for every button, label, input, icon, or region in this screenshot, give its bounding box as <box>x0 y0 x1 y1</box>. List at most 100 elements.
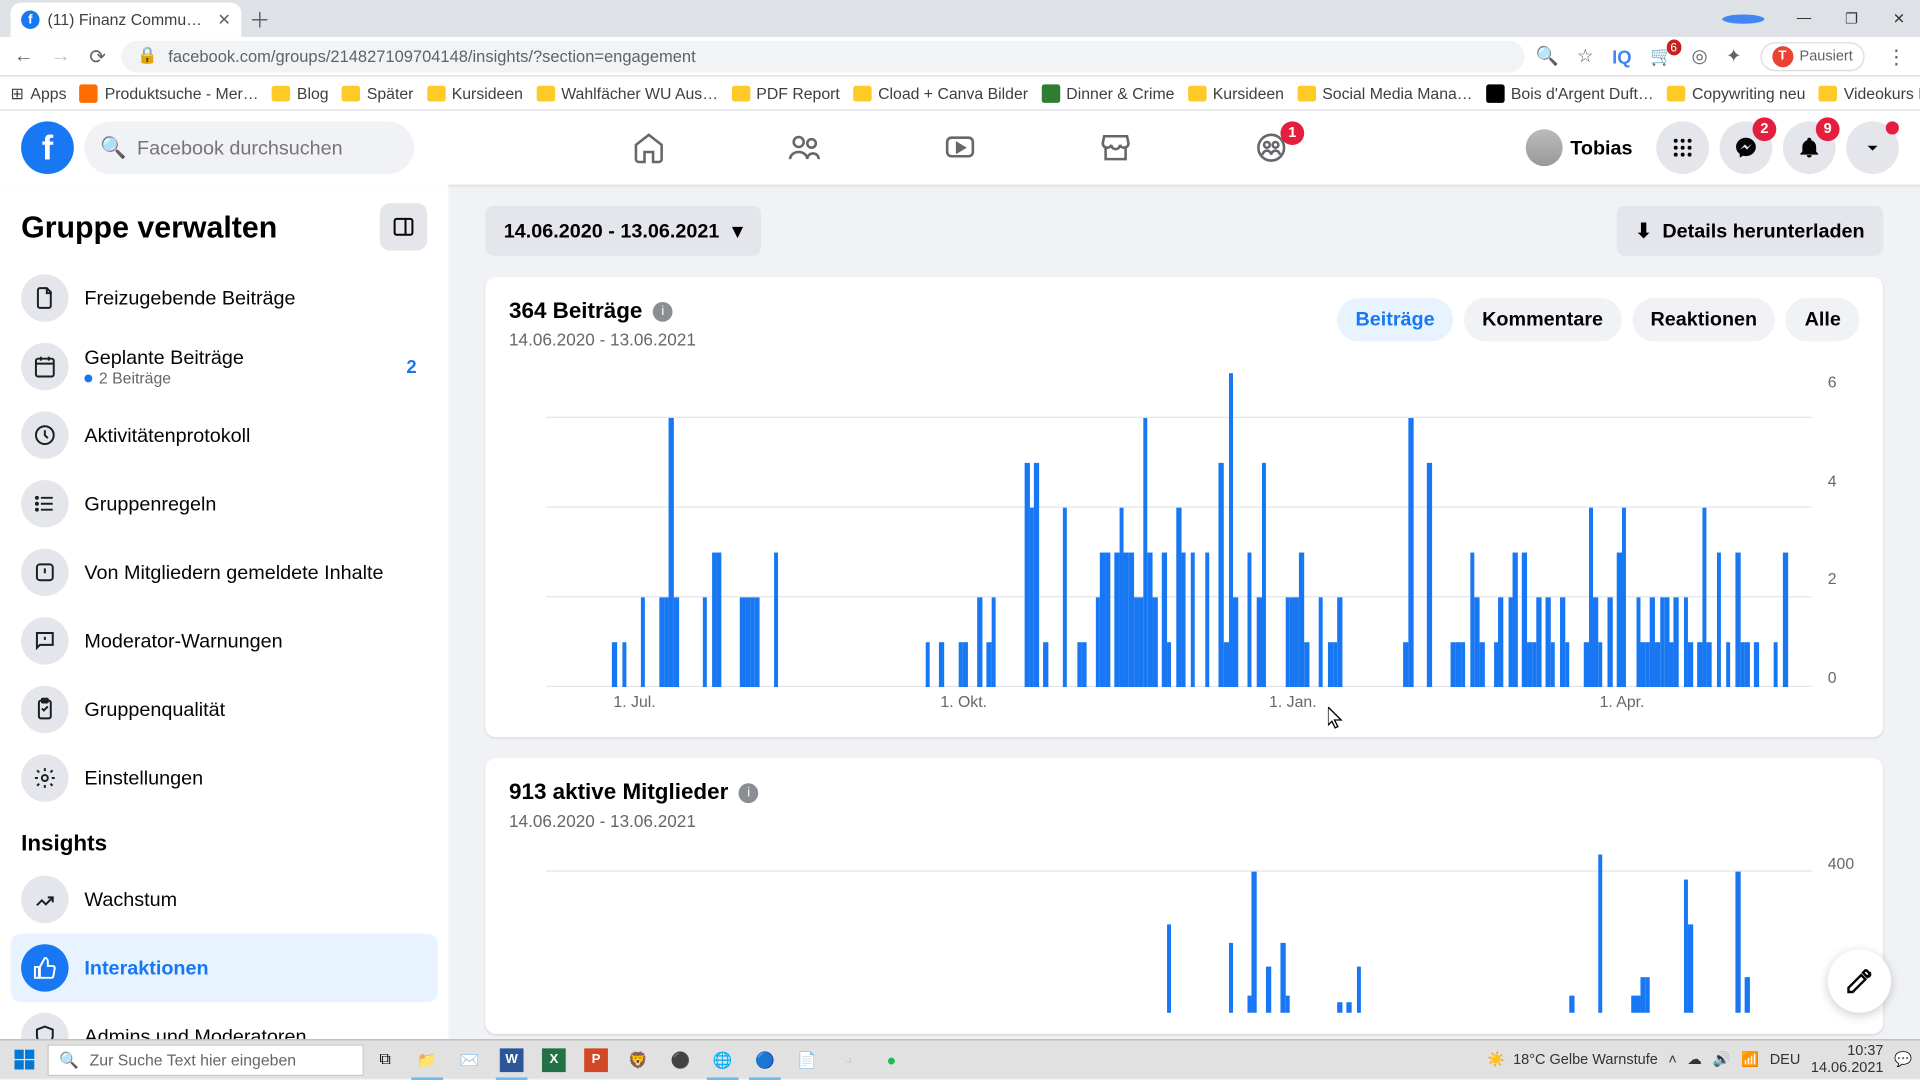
taskbar-search-placeholder: Zur Suche Text hier eingeben <box>90 1050 296 1068</box>
close-window-icon[interactable]: ✕ <box>1878 10 1920 27</box>
sidebar-item-doc[interactable]: Freizugebende Beiträge <box>11 264 438 333</box>
sidebar-toggle-button[interactable] <box>380 203 427 250</box>
tab-reactions[interactable]: Reaktionen <box>1632 298 1776 342</box>
start-button[interactable] <box>0 1040 47 1080</box>
bookmark-folder[interactable]: Kursideen <box>1188 84 1284 102</box>
browser-tab[interactable]: f (11) Finanz Community - Aktien… ✕ <box>11 3 242 37</box>
spotify-icon[interactable]: ● <box>870 1040 912 1080</box>
doc-icon <box>21 274 68 321</box>
task-view-icon[interactable]: ⧉ <box>364 1040 406 1080</box>
excel-icon[interactable]: X <box>533 1040 575 1080</box>
compose-fab[interactable] <box>1828 949 1891 1012</box>
sidebar-item-label: Geplante Beiträge <box>84 346 243 368</box>
chrome-menu-icon[interactable]: ⋮ <box>1883 44 1909 68</box>
sidebar-item-label: Wachstum <box>84 888 177 910</box>
notepad-icon[interactable]: 📄 <box>786 1040 828 1080</box>
folder-icon <box>731 85 749 101</box>
close-tab-icon[interactable]: ✕ <box>218 11 231 29</box>
bookmark-folder[interactable]: PDF Report <box>731 84 840 102</box>
app-icon[interactable]: ▫️ <box>828 1040 870 1080</box>
tab-posts[interactable]: Beiträge <box>1337 298 1453 342</box>
chrome-icon[interactable]: 🌐 <box>702 1040 744 1080</box>
new-tab-button[interactable]: ＋ <box>241 0 278 37</box>
url-field[interactable]: 🔒 facebook.com/groups/214827109704148/in… <box>121 40 1525 72</box>
notifications-button[interactable]: 9 <box>1783 121 1836 174</box>
bookmark-folder[interactable]: Kursideen <box>427 84 523 102</box>
bookmark-folder[interactable]: Videokurs Ideen <box>1819 84 1920 102</box>
brave-icon[interactable]: 🦁 <box>617 1040 659 1080</box>
bookmark-icon <box>80 84 98 102</box>
bookmark-folder[interactable]: Später <box>342 84 414 102</box>
iq-extension-icon[interactable]: IQ <box>1612 45 1631 66</box>
ring-extension-icon[interactable]: ◎ <box>1691 45 1707 67</box>
account-button[interactable] <box>1846 121 1899 174</box>
bookmark-folder[interactable]: Blog <box>272 84 329 102</box>
bookmark-folder[interactable]: Social Media Mana… <box>1297 84 1472 102</box>
reload-icon[interactable]: ⟳ <box>84 44 110 68</box>
taskbar-search[interactable]: 🔍Zur Suche Text hier eingeben <box>47 1044 363 1076</box>
edge-icon[interactable]: 🔵 <box>744 1040 786 1080</box>
tab-all[interactable]: Alle <box>1786 298 1859 342</box>
friends-nav[interactable] <box>732 116 877 179</box>
language-indicator[interactable]: DEU <box>1770 1052 1801 1068</box>
bookmark-item[interactable]: Dinner & Crime <box>1041 84 1174 102</box>
search-input[interactable] <box>137 136 398 158</box>
bookmark-item[interactable]: Produktsuche - Mer… <box>80 84 259 102</box>
sidebar-item-growth[interactable]: Wachstum <box>11 865 438 934</box>
menu-button[interactable] <box>1656 121 1709 174</box>
onedrive-icon[interactable]: ☁ <box>1687 1051 1702 1068</box>
minimize-icon[interactable]: — <box>1783 11 1825 27</box>
sidebar-item-clock[interactable]: Aktivitätenprotokoll <box>11 401 438 470</box>
bookmark-folder[interactable]: Wahlfächer WU Aus… <box>536 84 718 102</box>
folder-icon <box>342 85 360 101</box>
profile-indicator-icon[interactable] <box>1722 14 1764 23</box>
sidebar-item-thumb[interactable]: Interaktionen <box>11 934 438 1003</box>
wifi-icon[interactable]: 📶 <box>1741 1051 1759 1068</box>
clock[interactable]: 10:3714.06.2021 <box>1811 1044 1884 1076</box>
download-details-button[interactable]: ⬇ Details herunterladen <box>1617 206 1883 256</box>
window-controls: — ❐ ✕ <box>1722 0 1920 37</box>
notification-center-icon[interactable]: 💬 <box>1894 1051 1912 1068</box>
tab-comments[interactable]: Kommentare <box>1464 298 1622 342</box>
profile-chip[interactable]: Tobias <box>1520 124 1646 171</box>
apps-button[interactable]: ⊞Apps <box>11 84 67 102</box>
home-nav[interactable] <box>576 116 721 179</box>
bookmark-item[interactable]: Bois d'Argent Duft… <box>1486 84 1654 102</box>
powerpoint-icon[interactable]: P <box>575 1040 617 1080</box>
sidebar-item-list[interactable]: Gruppenregeln <box>11 469 438 538</box>
obs-icon[interactable]: ⚫ <box>659 1040 701 1080</box>
sidebar-item-calendar[interactable]: Geplante Beiträge2 Beiträge2 <box>11 332 438 401</box>
marketplace-nav[interactable] <box>1043 116 1188 179</box>
page-body: Gruppe verwalten Freizugebende Beiträge … <box>0 185 1920 1079</box>
sidebar-item-flag[interactable]: Von Mitgliedern gemeldete Inhalte <box>11 538 438 607</box>
word-icon[interactable]: W <box>491 1040 533 1080</box>
thumb-icon <box>21 944 68 991</box>
volume-icon[interactable]: 🔊 <box>1712 1051 1730 1068</box>
maximize-icon[interactable]: ❐ <box>1830 10 1872 27</box>
cart-extension-icon[interactable]: 🛒6 <box>1650 45 1673 67</box>
info-icon[interactable]: i <box>739 783 759 803</box>
date-range-selector[interactable]: 14.06.2020 - 13.06.2021 ▾ <box>485 206 761 256</box>
profile-paused-button[interactable]: T Pausiert <box>1760 42 1865 71</box>
messenger-button[interactable]: 2 <box>1720 121 1773 174</box>
bookmark-star-icon[interactable]: ☆ <box>1577 45 1594 67</box>
sidebar-item-subtitle: 2 Beiträge <box>84 369 243 387</box>
bookmark-folder[interactable]: Cload + Canva Bilder <box>853 84 1028 102</box>
groups-nav[interactable]: 1 <box>1199 116 1344 179</box>
bookmark-folder[interactable]: Copywriting neu <box>1667 84 1806 102</box>
tray-expand-icon[interactable]: ˄ <box>1668 1052 1676 1068</box>
watch-nav[interactable] <box>887 116 1032 179</box>
sidebar-item-gear[interactable]: Einstellungen <box>11 744 438 813</box>
facebook-logo[interactable]: f <box>21 121 74 174</box>
back-icon[interactable]: ← <box>11 45 37 67</box>
sidebar-item-clipboard[interactable]: Gruppenqualität <box>11 675 438 744</box>
mail-icon[interactable]: ✉️ <box>448 1040 490 1080</box>
profile-name: Tobias <box>1570 136 1632 158</box>
sidebar-item-chat[interactable]: Moderator-Warnungen <box>11 607 438 676</box>
facebook-search[interactable]: 🔍 <box>84 121 414 174</box>
extensions-icon[interactable]: ✦ <box>1726 45 1741 67</box>
weather-widget[interactable]: ☀️18°C Gelbe Warnstufe <box>1487 1051 1658 1068</box>
info-icon[interactable]: i <box>653 301 673 321</box>
file-explorer-icon[interactable]: 📁 <box>406 1040 448 1080</box>
zoom-icon[interactable]: 🔍 <box>1536 45 1559 67</box>
